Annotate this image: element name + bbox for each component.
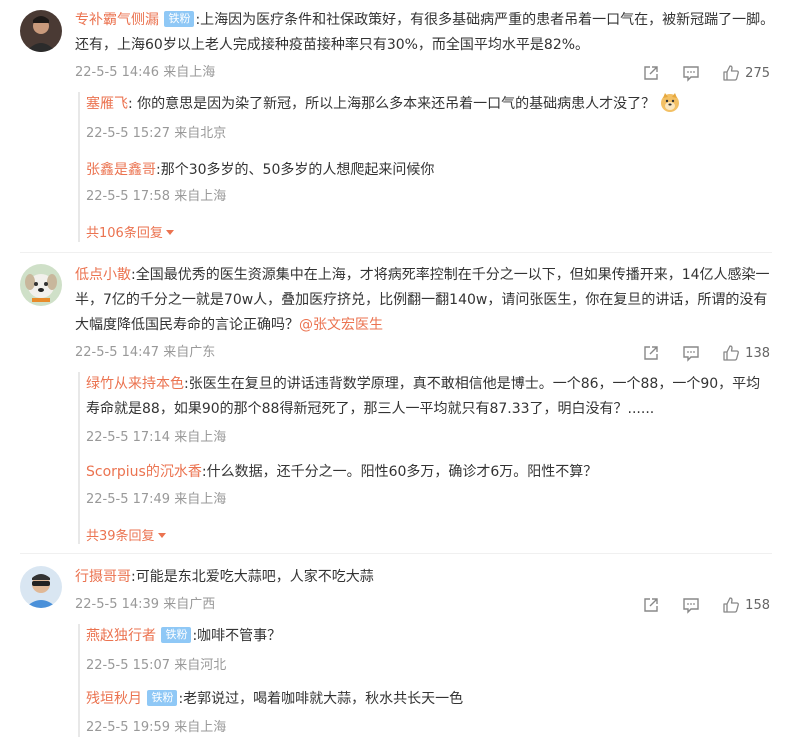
caret-down-icon	[165, 230, 174, 235]
comment-actions: 138	[642, 344, 770, 362]
more-replies-label: 共39条回复	[86, 529, 155, 544]
comment-body: :可能是东北爱吃大蒜吧，人家不吃大蒜	[131, 569, 374, 585]
reply-author[interactable]: 燕赵独行者	[86, 628, 156, 644]
reply-author[interactable]: 绿竹从来持本色	[86, 376, 184, 392]
comment-icon	[683, 66, 699, 82]
like-count: 158	[745, 597, 770, 613]
comment-icon	[683, 598, 699, 614]
fan-badge: 铁粉	[164, 11, 195, 27]
reply-meta: 22-5-5 19:59 来自上海	[86, 720, 227, 735]
reply-text: Scorpius的沉水香:什么数据，还千分之一。阳性60多万，确诊才6万。阳性不…	[86, 460, 766, 485]
reply-meta: 22-5-5 15:27 来自北京	[86, 126, 227, 141]
more-replies-link[interactable]: 共106条回复	[86, 222, 174, 241]
share-icon	[644, 346, 658, 360]
like-button[interactable]: 158	[722, 596, 770, 614]
comment-author[interactable]: 专补霸气侧漏	[75, 12, 159, 28]
reply-meta: 22-5-5 15:07 来自河北	[86, 658, 227, 673]
comment-author[interactable]: 低点小散	[75, 267, 131, 283]
comment-text: 低点小散:全国最优秀的医生资源集中在上海，才将病死率控制在千分之一以下，但如果传…	[75, 263, 775, 338]
like-count: 138	[745, 345, 770, 361]
reply-body: : 你的意思是因为染了新冠，所以上海那么多本来还吊着一口气的基础病患人才没了？	[128, 96, 656, 112]
comment-meta: 22-5-5 14:46 来自上海	[75, 65, 216, 80]
reply-body: :老郭说过，喝着咖啡就大蒜，秋水共长天一色	[178, 691, 464, 707]
reply-body: :咖啡不管事？	[192, 628, 282, 644]
avatar-image	[20, 264, 62, 306]
reply-text: 残垣秋月 铁粉:老郭说过，喝着咖啡就大蒜，秋水共长天一色	[86, 687, 766, 712]
reply-text: 张鑫是鑫哥:那个30多岁的、50多岁的人想爬起来问候你	[86, 158, 766, 183]
divider	[20, 553, 772, 554]
comment-meta: 22-5-5 14:47 来自广东	[75, 345, 216, 360]
like-count: 275	[745, 65, 770, 81]
more-replies-link[interactable]: 共39条回复	[86, 525, 166, 544]
doge-emoji	[660, 93, 679, 112]
thumbs-up-icon	[723, 345, 740, 361]
reply-body: :什么数据，还千分之一。阳性60多万，确诊才6万。阳性不算？	[201, 464, 598, 480]
reply-author[interactable]: 塞雁飞	[86, 96, 128, 112]
reply-author[interactable]: 张鑫是鑫哥	[86, 162, 156, 178]
thumbs-up-icon	[723, 597, 740, 613]
avatar-image	[20, 10, 62, 52]
divider	[20, 252, 772, 253]
fan-badge: 铁粉	[161, 627, 192, 643]
avatar[interactable]	[20, 566, 62, 608]
comment-actions: 275	[642, 64, 770, 82]
reply-text: 塞雁飞: 你的意思是因为染了新冠，所以上海那么多本来还吊着一口气的基础病患人才没…	[86, 92, 766, 117]
reply-list: 燕赵独行者 铁粉:咖啡不管事？ 22-5-5 15:07 来自河北 残垣秋月 铁…	[78, 624, 776, 737]
reply-author[interactable]: 残垣秋月	[86, 691, 142, 707]
reply-author[interactable]: Scorpius的沉水香	[86, 464, 202, 480]
reply-body: :那个30多岁的、50多岁的人想爬起来问候你	[156, 162, 435, 178]
reply-button[interactable]	[682, 344, 700, 362]
reply-meta: 22-5-5 17:49 来自上海	[86, 492, 227, 507]
comment-text: 专补霸气侧漏 铁粉:上海因为医疗条件和社保政策好，有很多基础病严重的患者吊着一口…	[75, 8, 775, 58]
reply-list: 绿竹从来持本色:张医生在复旦的讲话违背数学原理，真不敢相信他是博士。一个86，一…	[78, 372, 776, 544]
comment-text: 行摄哥哥:可能是东北爱吃大蒜吧，人家不吃大蒜	[75, 565, 775, 590]
share-icon	[644, 66, 658, 80]
like-button[interactable]: 275	[722, 64, 770, 82]
mention-link[interactable]: @张文宏医生	[299, 317, 383, 333]
reply-text: 燕赵独行者 铁粉:咖啡不管事？	[86, 624, 766, 649]
fan-badge: 铁粉	[147, 690, 178, 706]
share-button[interactable]	[642, 64, 660, 82]
reply-body: :张医生在复旦的讲话违背数学原理，真不敢相信他是博士。一个86，一个88，一个9…	[86, 376, 761, 417]
comment-body: :全国最优秀的医生资源集中在上海，才将病死率控制在千分之一以下，但如果传播开来，…	[75, 267, 770, 333]
caret-down-icon	[157, 533, 166, 538]
reply-meta: 22-5-5 17:14 来自上海	[86, 430, 227, 445]
comment-meta: 22-5-5 14:39 来自广西	[75, 597, 216, 612]
reply-list: 塞雁飞: 你的意思是因为染了新冠，所以上海那么多本来还吊着一口气的基础病患人才没…	[78, 92, 776, 242]
share-button[interactable]	[642, 596, 660, 614]
share-icon	[644, 598, 658, 612]
reply-button[interactable]	[682, 64, 700, 82]
reply-text: 绿竹从来持本色:张医生在复旦的讲话违背数学原理，真不敢相信他是博士。一个86，一…	[86, 372, 766, 422]
avatar-image	[20, 566, 62, 608]
more-replies-label: 共106条回复	[86, 226, 163, 241]
avatar[interactable]	[20, 10, 62, 52]
comment-author[interactable]: 行摄哥哥	[75, 569, 131, 585]
comment-actions: 158	[642, 596, 770, 614]
avatar[interactable]	[20, 264, 62, 306]
like-button[interactable]: 138	[722, 344, 770, 362]
thumbs-up-icon	[723, 65, 740, 81]
reply-button[interactable]	[682, 596, 700, 614]
share-button[interactable]	[642, 344, 660, 362]
reply-meta: 22-5-5 17:58 来自上海	[86, 189, 227, 204]
comment-icon	[683, 346, 699, 362]
